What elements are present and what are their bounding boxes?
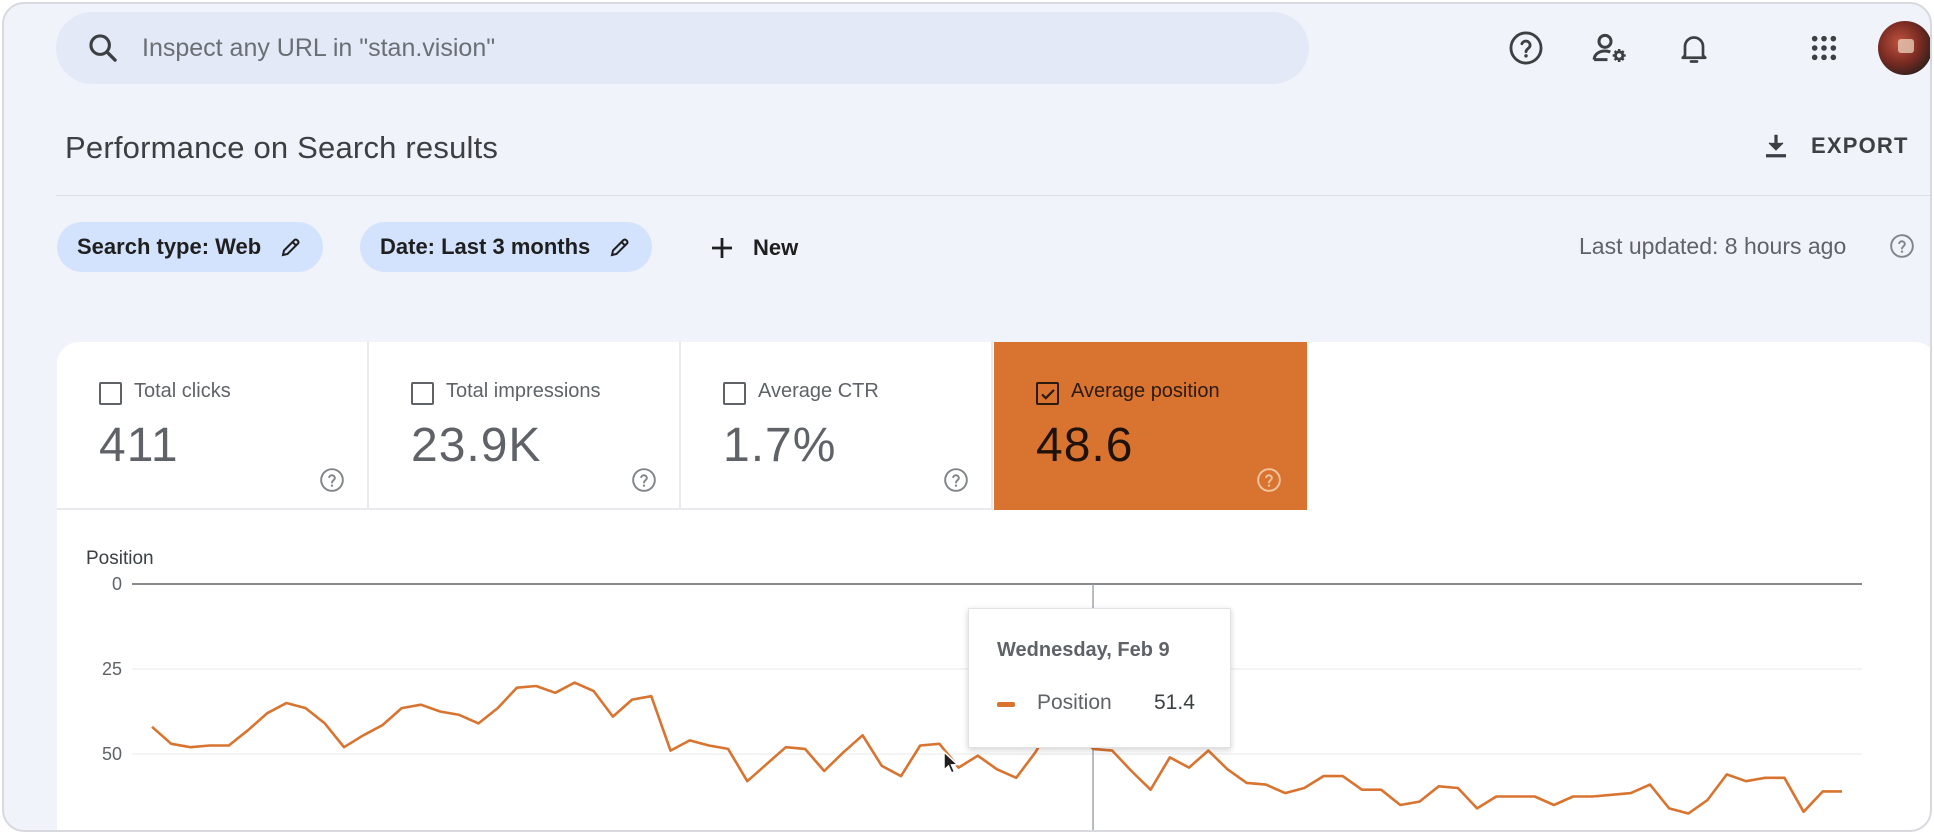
tooltip-value: 51.4 [1154,691,1195,714]
mouse-pointer-icon [943,750,960,774]
tooltip-date: Wednesday, Feb 9 [997,639,1170,661]
tooltip-series-swatch [997,702,1015,707]
tooltip-series-name: Position [1037,691,1112,714]
window-frame: Performance on Search results EXPORT Sea… [2,2,1932,832]
chart-tooltip: Wednesday, Feb 9 Position 51.4 [968,608,1231,748]
